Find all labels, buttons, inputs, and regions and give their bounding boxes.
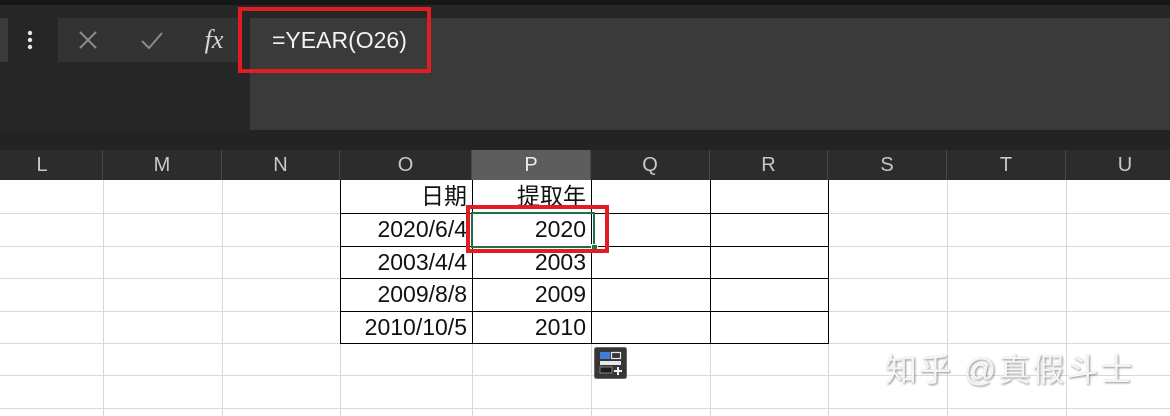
name-box[interactable] (0, 18, 8, 62)
table-cell-empty[interactable] (591, 180, 711, 214)
table-cell-date[interactable]: 2003/4/4 (340, 246, 473, 279)
table-cell-date[interactable]: 2020/6/4 (340, 213, 473, 247)
table-cell-empty[interactable] (710, 213, 829, 247)
column-header-n[interactable]: N (222, 150, 340, 180)
gridline-vertical (103, 180, 104, 416)
gridline-vertical (222, 180, 223, 416)
gridline-horizontal (0, 408, 1170, 409)
column-header-m[interactable]: M (103, 150, 222, 180)
table-cell-empty[interactable] (591, 278, 711, 312)
table-cell-year[interactable]: 2010 (472, 311, 592, 344)
table-cell-empty[interactable] (710, 311, 829, 344)
column-header-l[interactable]: L (0, 150, 103, 180)
column-header-t[interactable]: T (947, 150, 1066, 180)
table-cell-empty[interactable] (710, 246, 829, 279)
table-cell-year[interactable]: 2009 (472, 278, 592, 312)
annotation-highlight-formula (238, 7, 431, 73)
more-vertical-icon[interactable] (22, 26, 38, 54)
table-cell-date[interactable]: 2009/8/8 (340, 278, 473, 312)
table-cell-empty[interactable] (591, 311, 711, 344)
column-header-p[interactable]: P (472, 150, 591, 180)
table-cell-empty[interactable] (591, 213, 711, 247)
insert-function-button[interactable]: fx (196, 18, 232, 62)
excel-window: fx =YEAR(O26) L M N O P Q R S T U 日期 提取年… (0, 0, 1170, 416)
table-cell-date[interactable]: 2010/10/5 (340, 311, 473, 344)
table-cell-empty[interactable] (710, 278, 829, 312)
check-icon[interactable] (136, 22, 168, 58)
close-icon[interactable] (72, 22, 104, 58)
annotation-highlight-cell (466, 205, 609, 253)
window-top-strip (0, 0, 1170, 5)
column-header-row: L M N O P Q R S T U (0, 150, 1170, 180)
watermark: 知乎 @真假斗士 (885, 352, 1135, 388)
table-cell-empty[interactable] (591, 246, 711, 279)
column-header-s[interactable]: S (828, 150, 947, 180)
formula-edit-buttons: fx (58, 18, 240, 62)
column-header-q[interactable]: Q (591, 150, 710, 180)
column-header-u[interactable]: U (1066, 150, 1170, 180)
table-cell-empty[interactable] (710, 180, 829, 214)
table-header-date[interactable]: 日期 (340, 180, 473, 214)
formula-bar-separator (0, 130, 1170, 150)
column-header-r[interactable]: R (710, 150, 828, 180)
quick-analysis-icon[interactable] (594, 347, 627, 379)
column-header-o[interactable]: O (340, 150, 472, 180)
